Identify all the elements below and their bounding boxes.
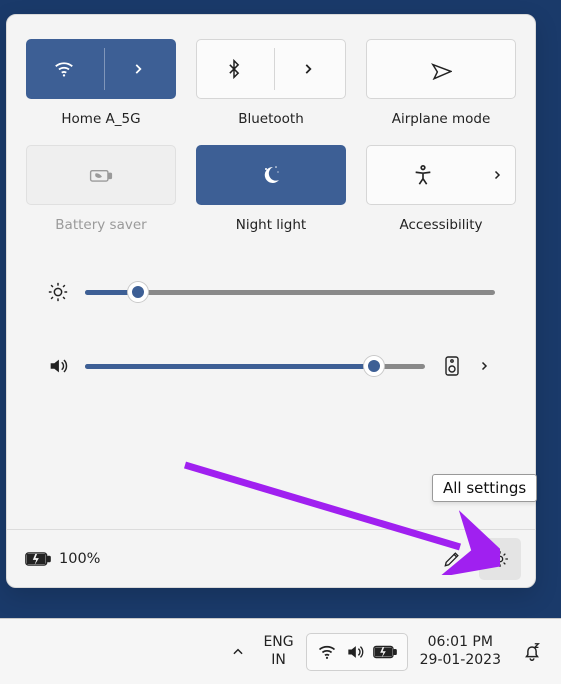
speaker-device-icon xyxy=(444,355,460,377)
tray-overflow-button[interactable] xyxy=(225,637,251,667)
notifications-button[interactable] xyxy=(513,637,551,667)
volume-slider-row xyxy=(35,351,507,381)
bluetooth-icon xyxy=(224,59,244,79)
night-light-tile[interactable] xyxy=(196,145,346,205)
wifi-more-button[interactable] xyxy=(101,40,175,98)
sliders-section xyxy=(35,281,507,381)
bluetooth-tile-label: Bluetooth xyxy=(196,109,346,127)
battery-charging-icon xyxy=(373,644,397,660)
system-tray[interactable] xyxy=(306,633,408,671)
bluetooth-toggle-area[interactable] xyxy=(197,40,271,98)
bluetooth-more-button[interactable] xyxy=(271,40,345,98)
language-bottom: IN xyxy=(271,652,286,670)
brightness-icon xyxy=(47,281,69,303)
chevron-right-icon xyxy=(491,169,503,181)
chevron-right-icon xyxy=(301,62,315,76)
chevron-right-icon xyxy=(478,360,490,372)
battery-charging-icon xyxy=(25,550,51,568)
volume-icon xyxy=(47,355,69,377)
wifi-tile[interactable] xyxy=(26,39,176,99)
accessibility-more-button[interactable] xyxy=(479,146,515,204)
wifi-tile-label: Home A_5G xyxy=(26,109,176,127)
battery-saver-tile-label: Battery saver xyxy=(26,215,176,233)
accessibility-icon xyxy=(412,164,434,186)
chevron-right-icon xyxy=(131,62,145,76)
battery-percent-label: 100% xyxy=(59,551,100,567)
pencil-icon xyxy=(442,549,462,569)
bell-snooze-icon xyxy=(521,641,543,663)
wifi-icon xyxy=(317,642,337,662)
accessibility-tile[interactable] xyxy=(366,145,516,205)
chevron-up-icon xyxy=(231,645,245,659)
taskbar: ENG IN 06:01 PM 29-01-2023 xyxy=(0,618,561,684)
volume-slider[interactable] xyxy=(85,364,425,369)
clock[interactable]: 06:01 PM 29-01-2023 xyxy=(412,630,509,673)
accessibility-tile-label: Accessibility xyxy=(366,215,516,233)
wifi-toggle-area[interactable] xyxy=(27,40,101,98)
clock-time: 06:01 PM xyxy=(428,634,493,652)
wifi-icon xyxy=(53,58,75,80)
battery-saver-tile xyxy=(26,145,176,205)
airplane-mode-tile[interactable] xyxy=(366,39,516,99)
night-light-icon xyxy=(259,163,283,187)
battery-status[interactable]: 100% xyxy=(25,550,100,568)
all-settings-button[interactable] xyxy=(479,538,521,580)
volume-icon xyxy=(345,642,365,662)
brightness-slider-row xyxy=(35,281,507,303)
language-switcher[interactable]: ENG IN xyxy=(255,630,301,673)
airplane-icon xyxy=(430,58,452,80)
night-light-tile-label: Night light xyxy=(196,215,346,233)
edit-quick-settings-button[interactable] xyxy=(431,538,473,580)
audio-output-button[interactable] xyxy=(441,351,463,381)
audio-output-more-button[interactable] xyxy=(473,351,495,381)
battery-leaf-icon xyxy=(88,165,114,185)
clock-date: 29-01-2023 xyxy=(420,652,501,670)
airplane-tile-label: Airplane mode xyxy=(366,109,516,127)
all-settings-tooltip: All settings xyxy=(432,474,537,502)
accessibility-toggle-area[interactable] xyxy=(367,146,479,204)
brightness-slider[interactable] xyxy=(85,290,495,295)
bluetooth-tile[interactable] xyxy=(196,39,346,99)
quick-tiles-grid: Home A_5G Bluetooth Airplane mode Batter… xyxy=(35,39,507,241)
language-top: ENG xyxy=(263,634,293,652)
panel-bottom-bar: 100% xyxy=(7,529,535,587)
gear-icon xyxy=(490,549,510,569)
